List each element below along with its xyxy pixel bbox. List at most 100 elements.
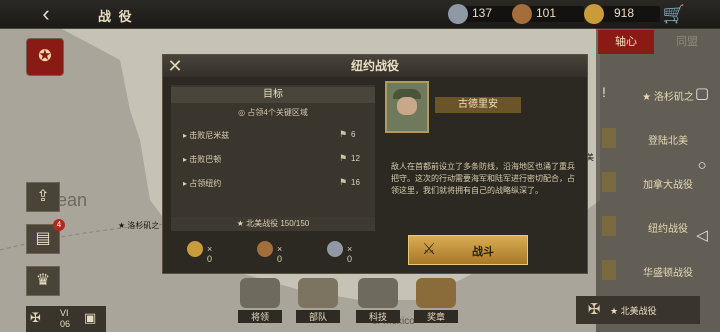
fight-button[interactable]: ⚔ 战斗 bbox=[408, 235, 528, 265]
nav-units-label: 部队 bbox=[296, 310, 340, 323]
medal-bronze-icon bbox=[512, 4, 532, 24]
flag-icon: ⚑ bbox=[339, 177, 348, 187]
nav-medals[interactable]: 奖章 bbox=[414, 276, 458, 326]
nav-home-button[interactable]: ○ bbox=[692, 156, 712, 176]
back-button[interactable]: ‹ bbox=[32, 2, 60, 26]
medal-icon bbox=[602, 172, 616, 192]
reward-bronze-value: × 0 bbox=[277, 244, 283, 264]
silver-medal-icon bbox=[327, 241, 343, 257]
wrench-gear-icon bbox=[358, 278, 398, 308]
campaign-footer-label: ★ 北美战役 bbox=[610, 306, 657, 316]
objectives-panel: 目标 ◎ 占领4个关键区域 ▸ 击败尼米兹 ⚑ 6 ▸ 击败巴顿 ⚑ 12 ▸ … bbox=[171, 85, 375, 231]
objective-row: ▸ 击败巴顿 ⚑ 12 bbox=[177, 151, 369, 167]
flag-icon: ⚑ bbox=[339, 153, 348, 163]
medal-silver-icon bbox=[448, 4, 468, 24]
shop-cart-button[interactable]: 🛒 bbox=[660, 2, 688, 26]
page-title: 战 役 bbox=[98, 9, 134, 24]
square-icon: ▢ bbox=[694, 85, 710, 102]
trophy-button[interactable]: ♛ bbox=[26, 266, 60, 296]
fight-button-label: 战斗 bbox=[472, 246, 494, 258]
resource-star-value: 918 bbox=[614, 6, 635, 20]
nav-units[interactable]: 部队 bbox=[296, 276, 340, 326]
emblem-icon: ✪ bbox=[38, 48, 52, 65]
film-button[interactable]: ▤ 4 bbox=[26, 219, 65, 254]
objectives-header: 目标 bbox=[171, 87, 375, 103]
campaign-item-label: 登陆北美 bbox=[648, 136, 688, 147]
tab-axis[interactable]: 轴心 bbox=[598, 30, 654, 54]
chevron-left-icon: ‹ bbox=[42, 1, 50, 26]
map-label-los-angeles[interactable]: ★ 洛杉矶之 bbox=[118, 220, 159, 231]
objectives-subtitle-text: 占领4个关键区域 bbox=[247, 108, 308, 117]
general-portrait bbox=[385, 81, 429, 133]
close-button[interactable]: ✕ bbox=[165, 56, 185, 76]
faction-tabs: 轴心 同盟 bbox=[596, 30, 720, 54]
campaign-progress: ★ 北美战役 150/150 bbox=[171, 217, 375, 231]
reward-star-value: × 0 bbox=[207, 244, 213, 264]
faction-emblem-button[interactable]: ✪ bbox=[26, 38, 64, 76]
reward-silver-value: × 0 bbox=[347, 244, 353, 264]
share-button[interactable]: ⇪ bbox=[26, 182, 60, 212]
iron-cross-icon: ✠ bbox=[30, 310, 41, 325]
rank-label: VI bbox=[60, 308, 69, 318]
objective-value: 6 bbox=[351, 130, 356, 139]
general-cap-icon bbox=[240, 278, 280, 308]
resource-bronze-value: 101 bbox=[536, 6, 557, 20]
triangle-back-icon: ◁ bbox=[696, 227, 708, 244]
objective-label-text: 占领纽约 bbox=[189, 179, 222, 188]
objective-label-text: 击败巴顿 bbox=[189, 155, 222, 164]
share-icon: ⇪ bbox=[36, 188, 50, 205]
campaign-footer[interactable]: ✠ ★ 北美战役 bbox=[576, 296, 700, 324]
objective-value: 16 bbox=[351, 178, 360, 187]
campaign-item-label: 华盛顿战役 bbox=[643, 268, 693, 279]
tab-allies[interactable]: 同盟 bbox=[658, 30, 716, 54]
campaign-item-washington[interactable]: 华盛顿战役 bbox=[596, 256, 720, 286]
nav-back-button[interactable]: ◁ bbox=[692, 226, 712, 246]
close-icon: ✕ bbox=[167, 56, 183, 76]
objectives-subtitle: ◎ 占领4个关键区域 bbox=[171, 107, 375, 121]
star-badge-icon bbox=[584, 4, 604, 24]
nav-generals[interactable]: 将领 bbox=[238, 276, 282, 326]
trophy-icon: ♛ bbox=[35, 272, 51, 289]
rank-panel: ✠ VI 06 ▣ bbox=[26, 306, 106, 332]
objective-label: ▸ 占领纽约 bbox=[183, 179, 222, 188]
medal-icon bbox=[602, 216, 616, 236]
campaign-description: 敌人在首都前设立了多条防线，沿海地区也涌了重兵把守。这次的行动需要海军和陆军进行… bbox=[391, 162, 575, 195]
medal-icon bbox=[602, 128, 616, 148]
campaign-item-label: 加拿大战役 bbox=[643, 180, 693, 191]
resource-silver-value: 137 bbox=[472, 6, 493, 20]
nav-tech[interactable]: 科技 bbox=[356, 276, 400, 326]
iron-cross-icon: ✠ bbox=[587, 301, 601, 318]
unit-emblem-icon bbox=[298, 278, 338, 308]
campaign-item-landing[interactable]: 登陆北美 bbox=[596, 124, 720, 154]
target-icon: ◎ bbox=[238, 108, 248, 117]
crossed-swords-icon: ⚔ bbox=[421, 241, 437, 258]
top-bar: ‹ 战 役 137 101 918 🛒 bbox=[0, 0, 720, 29]
cart-icon: 🛒 bbox=[662, 4, 686, 24]
bronze-medal-icon bbox=[257, 241, 273, 257]
exclamation-icon: ! bbox=[602, 84, 606, 100]
objective-row: ▸ 占领纽约 ⚑ 16 bbox=[177, 175, 369, 191]
medal-icon bbox=[416, 278, 456, 308]
campaign-dialog: 纽约战役 ✕ 目标 ◎ 占领4个关键区域 ▸ 击败尼米兹 ⚑ 6 ▸ 击败巴顿 … bbox=[162, 54, 588, 274]
general-name: 古德里安 bbox=[435, 97, 521, 113]
save-icon: ▣ bbox=[84, 310, 97, 325]
notification-badge: 4 bbox=[53, 219, 65, 231]
objective-row: ▸ 击败尼米兹 ⚑ 6 bbox=[177, 127, 369, 143]
objective-label: ▸ 击败尼米兹 bbox=[183, 131, 230, 140]
nav-square-button[interactable]: ▢ bbox=[692, 84, 712, 104]
objective-label-text: 击败尼米兹 bbox=[189, 131, 230, 140]
objective-label: ▸ 击败巴顿 bbox=[183, 155, 222, 164]
nav-generals-label: 将领 bbox=[238, 310, 282, 323]
dialog-title: 纽约战役 bbox=[163, 55, 587, 77]
objective-value: 12 bbox=[351, 154, 360, 163]
circle-icon: ○ bbox=[697, 157, 707, 174]
star-medal-icon bbox=[187, 241, 203, 257]
rank-number: 06 bbox=[60, 319, 71, 329]
medal-icon bbox=[602, 260, 616, 280]
nav-medals-label: 奖章 bbox=[414, 310, 458, 323]
nav-tech-label: 科技 bbox=[356, 310, 400, 323]
general-face bbox=[397, 97, 417, 115]
campaign-list-panel: 轴心 同盟 ! ★ 洛杉矶之 登陆北美 加拿大战役 纽约战役 华盛顿战役 bbox=[596, 28, 720, 332]
rewards-row: × 0 × 0 × 0 bbox=[171, 235, 375, 265]
flag-icon: ⚑ bbox=[339, 129, 348, 139]
